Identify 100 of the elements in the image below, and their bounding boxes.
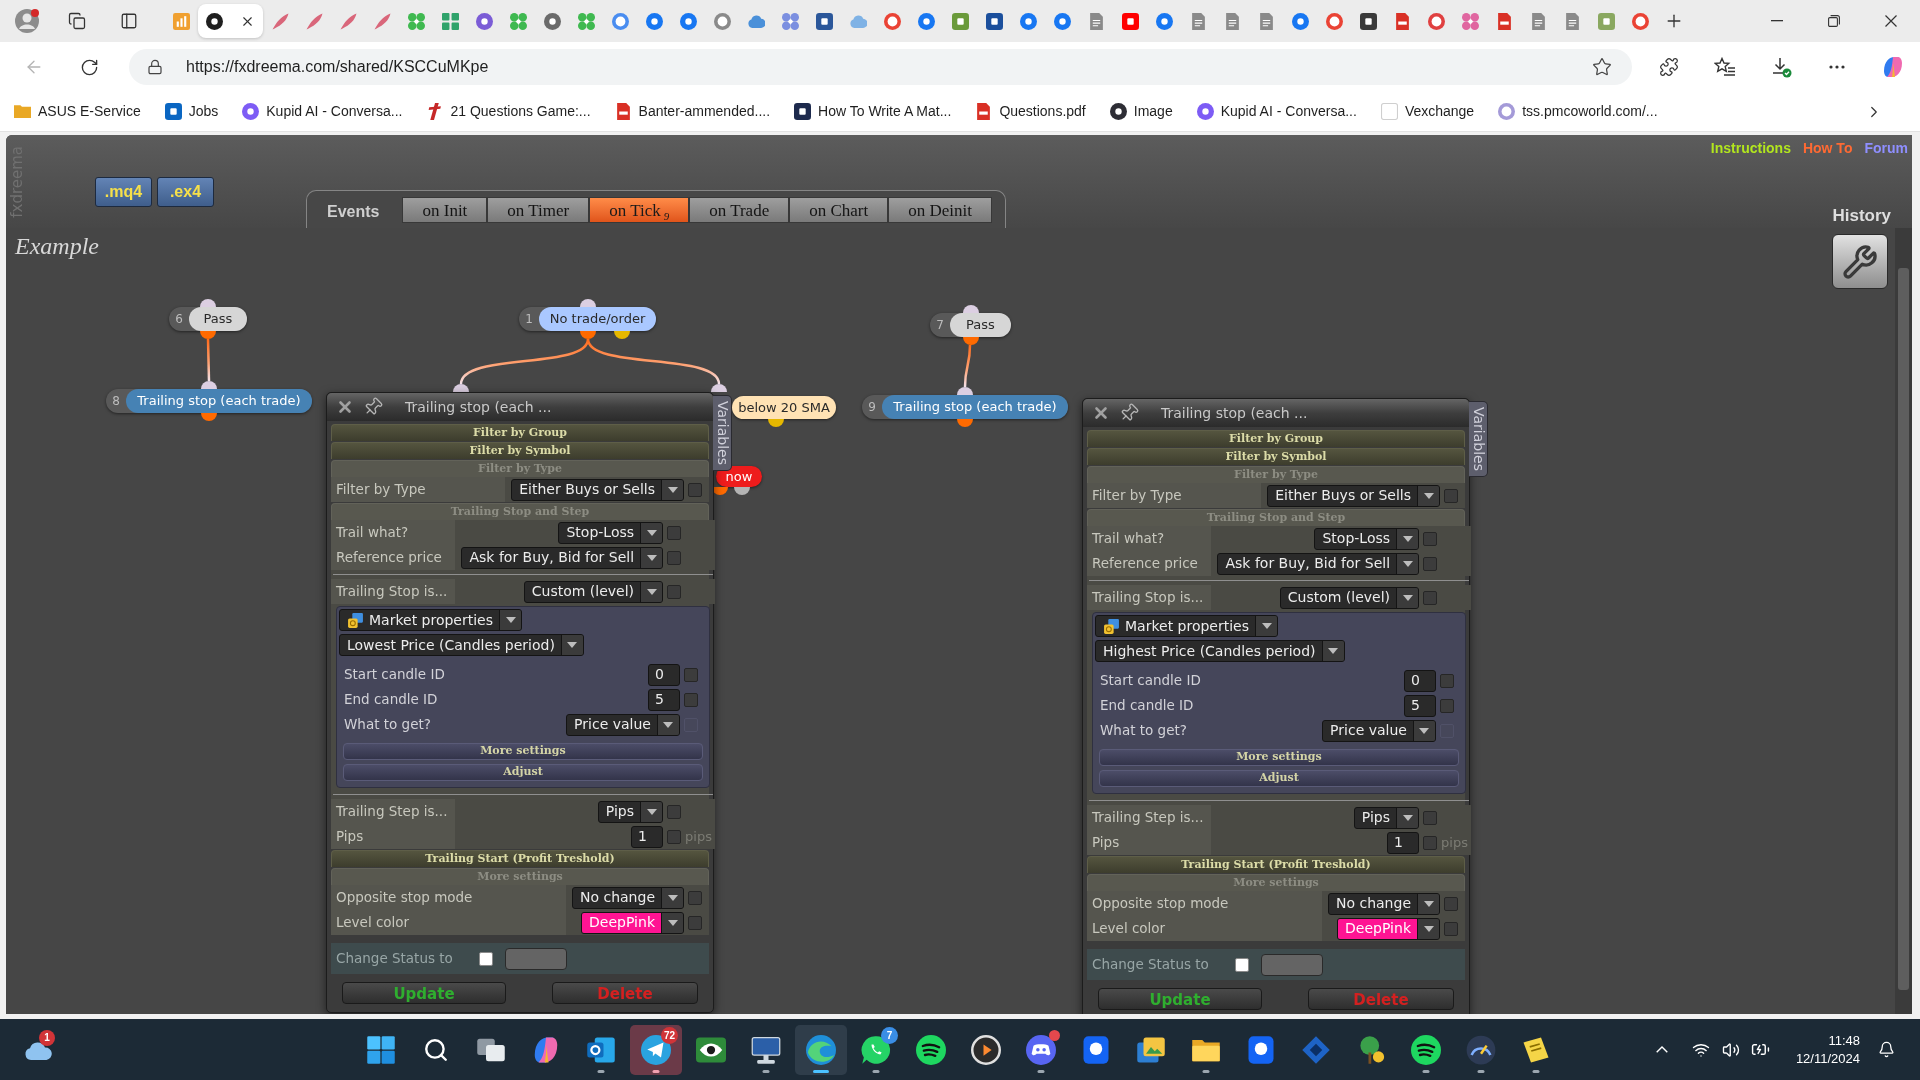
dropdown[interactable]: Market properties [339,609,523,631]
taskbar-app[interactable]: 7 [850,1024,902,1075]
number-field[interactable]: 5 [1403,694,1436,717]
dropdown[interactable]: Highest Price (Candles period) [1095,640,1345,662]
event-tab[interactable]: on Tick $_{9}$ [589,197,690,223]
dropdown[interactable]: Either Buys or Sells [511,478,684,501]
header-link[interactable]: Instructions [1710,138,1791,159]
dropdown[interactable]: No change [572,886,684,909]
checkbox[interactable] [1423,590,1438,605]
bookmark-link[interactable]: Kupid AI - Conversa... [1196,101,1357,122]
dropdown[interactable]: Stop-Loss [558,521,664,544]
bookmark-link[interactable]: Vexchange [1380,101,1475,122]
section-header[interactable]: More settings [1099,749,1459,766]
taskbar-app[interactable]: 72 [630,1024,682,1075]
checkbox[interactable] [1423,835,1438,850]
checkbox[interactable] [667,550,682,565]
close-button[interactable] [1092,404,1110,422]
checkbox[interactable] [667,804,682,819]
bookmark-link[interactable]: tss.pmcoworld.com/... [1498,101,1658,122]
update-button[interactable]: Update [1098,988,1262,1010]
chevron-up-icon [1655,1046,1668,1053]
address-field[interactable]: https://fxdreema.com/shared/KSCCuMKpe [129,49,1632,85]
section-header[interactable]: Adjust [343,764,703,781]
dropdown[interactable]: Stop-Loss [1314,527,1420,550]
checkbox[interactable] [683,667,698,682]
checkbox[interactable] [667,525,682,540]
scrollbar[interactable] [1895,228,1912,1014]
number-field[interactable]: 0 [647,663,680,686]
dropdown[interactable]: DeepPink [1337,917,1440,940]
section-header[interactable]: Filter by Group [331,424,709,441]
number-field[interactable]: 5 [647,688,680,711]
section-header[interactable]: More settings [343,743,703,760]
bookmark-link[interactable]: How To Write A Mat... [794,101,952,122]
number-field[interactable]: 1 [1387,831,1420,854]
section-header[interactable]: Filter by Group [1087,430,1465,447]
checkbox[interactable] [1444,488,1458,503]
field-label: Reference price [1092,554,1198,574]
checkbox[interactable] [1423,810,1438,825]
event-tab[interactable]: on Init [402,197,488,223]
event-tab[interactable]: on Chart [789,197,889,223]
checkbox[interactable] [667,584,682,599]
checkbox[interactable] [1423,531,1438,546]
checkbox[interactable] [1439,673,1454,688]
checkbox[interactable] [688,482,702,497]
dropdown[interactable]: DeepPink [581,911,684,934]
bookmark-link[interactable]: Image [1109,101,1173,122]
section-header[interactable]: Trailing Start (Profit Treshold) [1087,856,1465,873]
event-tab[interactable]: on Timer [487,197,590,223]
dropdown[interactable]: Either Buys or Sells [1267,484,1440,507]
update-button[interactable]: Update [342,982,506,1004]
file-format-button[interactable]: .ex4 [157,177,214,207]
bookmark-link[interactable]: Questions.pdf [975,101,1086,122]
status-field[interactable] [505,947,567,970]
status-field[interactable] [1261,953,1323,976]
section-header[interactable]: Filter by Symbol [1087,448,1465,465]
dropdown[interactable]: Price value [566,713,680,736]
close-button[interactable] [336,398,354,416]
event-tab[interactable]: on Trade [689,197,790,223]
dropdown[interactable]: Pips [597,800,664,823]
checkbox[interactable] [1444,921,1458,936]
dropdown[interactable]: Ask for Buy, Bid for Sell [461,546,664,569]
dropdown[interactable]: Custom (level) [523,580,664,603]
checkbox[interactable] [688,915,702,930]
checkbox[interactable] [688,890,702,905]
dropdown[interactable]: Market properties [1095,615,1279,637]
bookmark-link[interactable]: 21 Questions Game:... [426,101,591,122]
checkbox[interactable] [479,951,493,966]
section-header[interactable]: Trailing Start (Profit Treshold) [331,850,709,867]
number-field[interactable]: 0 [1403,669,1436,692]
event-tab[interactable]: on Deinit [888,197,992,223]
weather-widget[interactable]: 1 [19,1029,59,1070]
checkbox[interactable] [683,692,698,707]
dropdown[interactable]: Pips [1353,806,1420,829]
bookmark-link[interactable]: Jobs [164,101,219,122]
profile-button[interactable] [12,6,42,36]
checkbox[interactable] [667,829,682,844]
section-header[interactable]: Filter by Symbol [331,442,709,459]
checkbox[interactable] [1439,698,1454,713]
tools-button[interactable] [1832,234,1888,289]
dropdown[interactable]: No change [1328,892,1440,915]
checkbox[interactable] [1423,556,1438,571]
file-format-button[interactable]: .mq4 [95,177,152,207]
bookmark-link[interactable]: Banter-ammended.... [614,101,771,122]
bookmark-link[interactable]: Kupid AI - Conversa... [242,101,403,122]
dropdown[interactable]: Lowest Price (Candles period) [339,634,584,656]
bookmark-link[interactable]: ASUS E-Service [14,101,141,122]
checkbox[interactable] [1444,896,1458,911]
side-tab[interactable]: Variables [713,395,732,471]
dropdown[interactable]: Price value [1322,719,1436,742]
dropdown[interactable]: Custom (level) [1279,586,1420,609]
section-header[interactable]: Adjust [1099,770,1459,787]
dropdown[interactable]: Ask for Buy, Bid for Sell [1217,552,1420,575]
tile-logo-icon [1081,1034,1111,1065]
side-tab[interactable]: Variables [1469,401,1488,477]
browser-tab[interactable] [198,4,263,38]
history-link[interactable]: History [1832,203,1891,229]
taskbar-app[interactable] [795,1024,847,1075]
checkbox[interactable] [1235,957,1249,972]
node-label: Pass [189,307,247,331]
number-field[interactable]: 1 [631,825,664,848]
